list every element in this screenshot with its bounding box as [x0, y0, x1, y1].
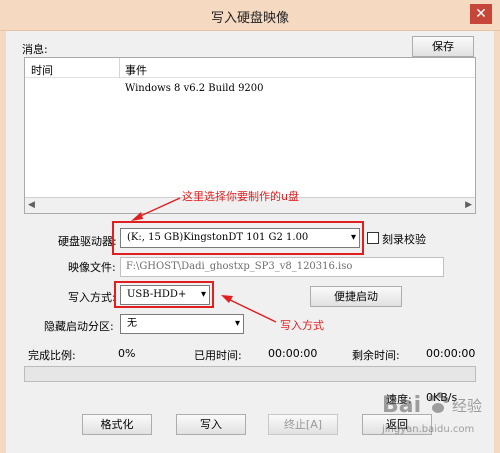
- hidden-partition-select-value: 无: [127, 318, 137, 329]
- write-button[interactable]: 写入: [176, 414, 246, 435]
- stop-button[interactable]: 终止[A]: [268, 414, 338, 435]
- elapsed-label: 已用时间:: [194, 349, 242, 362]
- quick-boot-button[interactable]: 便捷启动: [310, 286, 402, 307]
- write-mode-annotation: 写入方式: [280, 319, 324, 332]
- image-file-label: 映像文件:: [68, 261, 116, 274]
- elapsed-value: 00:00:00: [268, 347, 318, 360]
- drive-highlight-box: [112, 221, 364, 255]
- write-mode-label: 写入方式:: [68, 291, 116, 304]
- drive-arrow-head: [131, 212, 143, 221]
- drive-label: 硬盘驱动器:: [58, 235, 117, 248]
- image-file-field[interactable]: F:\GHOST\Dadi_ghostxp_SP3_v8_120316.iso: [120, 257, 444, 277]
- speed-label: 速度:: [386, 393, 412, 406]
- hidden-partition-select[interactable]: 无 ▾: [120, 314, 244, 334]
- drive-annotation: 这里选择你要制作的u盘: [182, 190, 299, 203]
- remaining-value: 00:00:00: [426, 347, 476, 360]
- chevron-down-icon: ▾: [234, 318, 240, 329]
- write-mode-highlight-box: [114, 281, 214, 308]
- hidden-partition-label: 隐藏启动分区:: [44, 320, 114, 333]
- write-mode-arrow-head: [221, 295, 233, 303]
- verify-checkbox[interactable]: [367, 232, 379, 244]
- speed-value: 0KB/s: [426, 391, 458, 404]
- format-button[interactable]: 格式化: [82, 414, 152, 435]
- progress-bar: [24, 366, 476, 382]
- verify-label: 刻录校验: [382, 233, 426, 246]
- completion-value: 0%: [118, 347, 136, 360]
- remaining-label: 剩余时间:: [352, 349, 400, 362]
- drive-arrow-line: [135, 197, 181, 219]
- back-button[interactable]: 返回: [362, 414, 432, 435]
- completion-label: 完成比例:: [28, 349, 76, 362]
